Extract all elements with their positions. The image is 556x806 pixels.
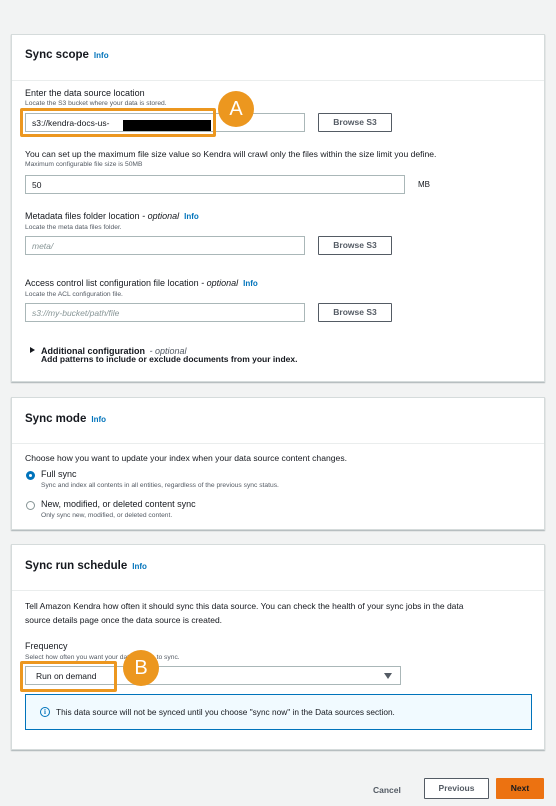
sync-mode-header: Sync mode Info — [12, 398, 544, 444]
max-size-description: Maximum configurable file size is 50MB — [25, 161, 143, 168]
callout-b-highlight — [20, 661, 117, 692]
callout-a-highlight — [20, 108, 216, 137]
previous-button[interactable]: Previous — [424, 778, 489, 799]
schedule-text-line1: Tell Amazon Kendra how often it should s… — [25, 601, 464, 611]
max-size-unit: MB — [418, 180, 430, 189]
location-label: Enter the data source location — [25, 88, 145, 98]
alert-text: This data source will not be synced unti… — [56, 707, 395, 717]
metadata-description: Locate the meta data files folder. — [25, 224, 122, 231]
metadata-info-link[interactable]: Info — [184, 212, 199, 221]
next-button[interactable]: Next — [496, 778, 544, 799]
sync-schedule-title: Sync run schedule Info — [25, 560, 147, 572]
callout-b-badge: B — [123, 650, 159, 686]
frequency-label: Frequency — [25, 641, 68, 651]
acl-input[interactable]: s3://my-bucket/path/file — [25, 303, 305, 322]
sync-schedule-info-link[interactable]: Info — [132, 562, 147, 571]
chevron-down-icon — [384, 673, 392, 679]
sync-mode-info-link[interactable]: Info — [91, 415, 106, 424]
full-sync-label[interactable]: Full sync — [41, 469, 77, 479]
acl-info-link[interactable]: Info — [243, 279, 258, 288]
max-size-input[interactable]: 50 — [25, 175, 405, 194]
sync-scope-panel: Sync scope Info Enter the data source loc… — [11, 34, 545, 382]
location-description: Locate the S3 bucket where your data is … — [25, 100, 167, 107]
incremental-sync-description: Only sync new, modified, or deleted cont… — [41, 512, 173, 519]
incremental-sync-radio[interactable] — [26, 501, 35, 510]
sync-mode-panel: Sync mode Info Choose how you want to upd… — [11, 397, 545, 530]
info-circle-icon: i — [40, 707, 50, 717]
sync-scope-title: Sync scope Info — [25, 49, 109, 61]
sync-scope-info-link[interactable]: Info — [94, 51, 109, 60]
incremental-sync-label[interactable]: New, modified, or deleted content sync — [41, 499, 196, 509]
full-sync-description: Sync and index all contents in all entit… — [41, 482, 279, 489]
caret-right-icon — [30, 346, 35, 353]
max-size-text: You can set up the maximum file size val… — [25, 149, 437, 159]
schedule-text-line2: source details page once the data source… — [25, 615, 223, 625]
acl-description: Locate the ACL configuration file. — [25, 291, 123, 298]
browse-s3-button[interactable]: Browse S3 — [318, 113, 392, 132]
metadata-browse-s3-button[interactable]: Browse S3 — [318, 236, 392, 255]
callout-a-badge: A — [218, 91, 254, 127]
metadata-label: Metadata files folder location - optiona… — [25, 211, 199, 221]
full-sync-radio[interactable] — [26, 471, 35, 480]
cancel-button[interactable]: Cancel — [373, 785, 401, 795]
acl-browse-s3-button[interactable]: Browse S3 — [318, 303, 392, 322]
acl-label: Access control list configuration file l… — [25, 278, 258, 288]
sync-info-alert: i This data source will not be synced un… — [25, 694, 532, 730]
sync-mode-question: Choose how you want to update your index… — [25, 453, 347, 463]
sync-mode-title: Sync mode Info — [25, 413, 107, 425]
metadata-input[interactable]: meta/ — [25, 236, 305, 255]
sync-scope-header: Sync scope Info — [12, 35, 544, 81]
sync-schedule-header: Sync run schedule Info — [12, 545, 544, 591]
additional-config-description: Add patterns to include or exclude docum… — [41, 354, 298, 364]
sync-schedule-panel: Sync run schedule Info Tell Amazon Kendra… — [11, 544, 545, 750]
